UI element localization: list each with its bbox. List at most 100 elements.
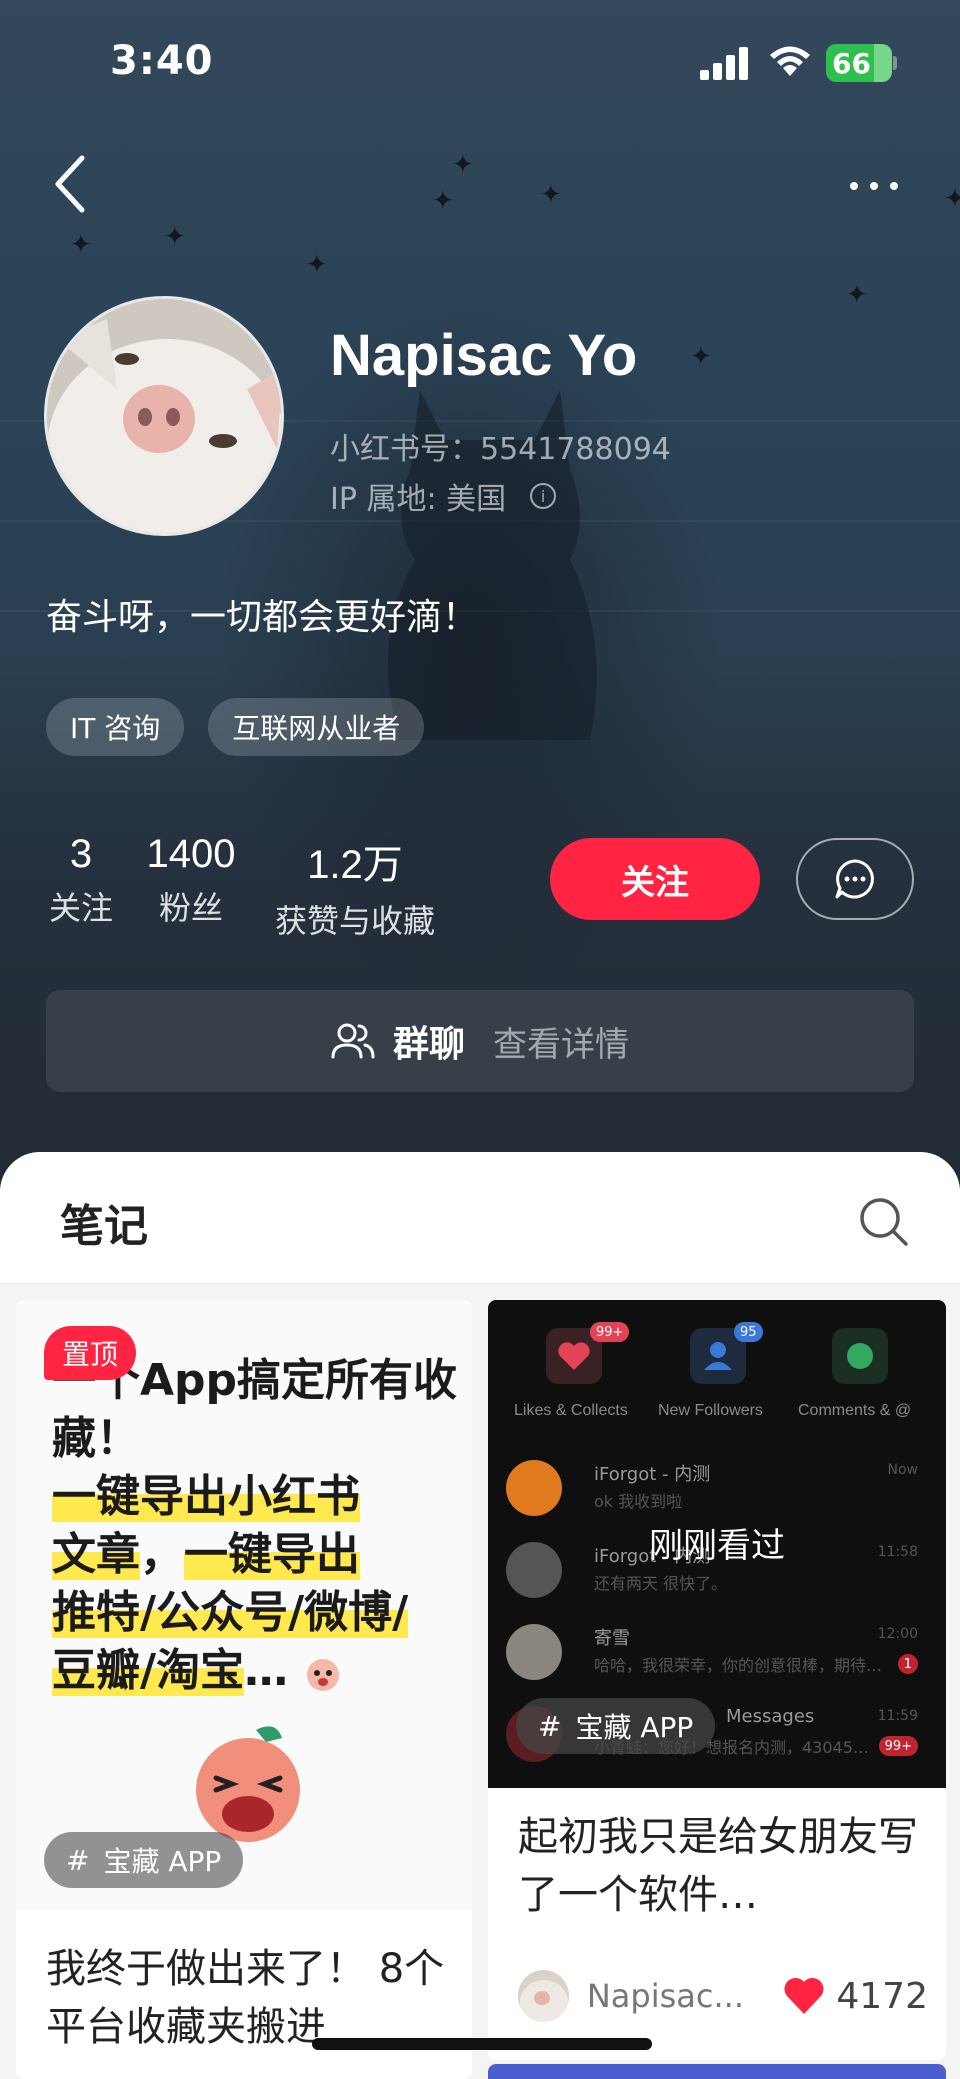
tab-label: New Followers <box>658 1402 763 1419</box>
cover-highlight: 推特/公众号/微博/ <box>52 1587 409 1638</box>
status-time: 3:40 <box>110 38 214 84</box>
ip-location-text: IP 属地: 美国 <box>330 482 507 517</box>
cover-highlight: 文章 <box>52 1529 140 1580</box>
tab-label: Comments & @ <box>798 1402 912 1419</box>
comment-tab-icon <box>832 1328 888 1384</box>
back-button[interactable] <box>48 152 96 216</box>
message-preview: ok 我收到啦 <box>594 1492 683 1511</box>
avatar[interactable] <box>44 296 284 536</box>
message-row: iForgot - 内测 ok 我收到啦 Now <box>506 1454 936 1526</box>
user-avatar <box>506 1624 562 1680</box>
group-chat-bar[interactable]: 群聊 查看详情 <box>46 990 914 1092</box>
topic-label: 宝藏 APP <box>103 1845 222 1878</box>
chevron-left-icon <box>55 155 85 213</box>
butterfly-icon: ✦ <box>944 184 960 214</box>
tab-notes[interactable]: 笔记 <box>60 1190 148 1254</box>
battery-level: 66 <box>832 46 871 80</box>
message-sender: Messages <box>726 1706 815 1727</box>
cover-highlight: 一键导出 <box>184 1529 360 1580</box>
stat-label: 粉丝 <box>158 889 223 927</box>
profile-tags: IT 咨询 互联网从业者 <box>46 698 425 756</box>
next-note-card-peek <box>488 2064 946 2079</box>
cat-avatar-image <box>47 299 281 533</box>
wifi-icon <box>770 46 810 76</box>
sticker-small-icon <box>307 1659 340 1691</box>
app-avatar <box>506 1460 562 1516</box>
tab-label: Likes & Collects <box>514 1402 628 1419</box>
search-icon <box>860 1198 908 1246</box>
tag-it-consulting[interactable]: IT 咨询 <box>46 698 185 756</box>
butterfly-icon: ✦ <box>452 150 474 180</box>
cover-highlight: 一键导出小红书 <box>52 1471 360 1522</box>
hashtag-icon: # <box>538 1709 562 1743</box>
battery-charging-icon <box>874 44 892 82</box>
profile-name: Napisac Yo <box>330 323 638 388</box>
butterfly-icon: ✦ <box>690 342 712 372</box>
battery-tip <box>893 56 897 70</box>
more-dot <box>870 182 878 190</box>
stat-value: 1400 <box>146 832 236 876</box>
tag-internet-professional[interactable]: 互联网从业者 <box>208 698 425 756</box>
info-icon[interactable]: i <box>530 483 557 509</box>
butterfly-icon: ✦ <box>164 222 186 252</box>
tab-badge: 95 <box>734 1322 763 1342</box>
note-card[interactable]: 99+ 95 Likes & Collects New Followers Co… <box>488 1300 946 2060</box>
group-chat-title: 群聊 <box>392 1024 465 1065</box>
cover-highlight: 豆瓣/淘宝 <box>52 1645 245 1696</box>
cellular-signal-icon <box>700 47 748 80</box>
bio: 奋斗呀，一切都会更好滴！ <box>46 597 479 638</box>
recently-viewed-label: 刚刚看过 <box>649 1526 785 1566</box>
stat-followers[interactable]: 1400 粉丝 <box>136 832 246 929</box>
butterfly-icon: ✦ <box>432 186 454 216</box>
note-title: 起初我只是给女朋友写了一个软件… <box>518 1814 918 1918</box>
search-button[interactable] <box>856 1194 910 1248</box>
author-name[interactable]: Napisac... <box>587 1977 783 2015</box>
topic-label: 宝藏 APP <box>575 1711 694 1744</box>
tab-badge: 99+ <box>590 1322 630 1342</box>
message-preview: 哈哈，我很荣幸，你的创意很棒，期待… <box>594 1656 883 1675</box>
butterfly-icon: ✦ <box>306 250 328 280</box>
author-avatar[interactable] <box>518 1970 569 2022</box>
message-time: Now <box>887 1462 919 1478</box>
topic-chip[interactable]: # 宝藏 APP <box>44 1832 244 1888</box>
like-button[interactable]: 4172 <box>782 1976 928 2017</box>
like-count: 4172 <box>836 1975 928 2017</box>
stat-following[interactable]: 3 关注 <box>46 832 116 929</box>
cover-tail: … <box>244 1645 289 1696</box>
group-users-icon <box>331 1023 375 1059</box>
message-row: 寄雪 哈哈，我很荣幸，你的创意很棒，期待… 12:00 1 <box>506 1618 936 1690</box>
message-sender: 寄雪 <box>594 1628 630 1649</box>
stat-label: 关注 <box>48 889 113 927</box>
notes-header: 笔记 <box>0 1152 960 1284</box>
butterfly-icon: ✦ <box>70 230 92 260</box>
cover-punct: ， <box>140 1529 184 1580</box>
note-cover: 99+ 95 Likes & Collects New Followers Co… <box>488 1300 946 1788</box>
butterfly-icon: ✦ <box>540 180 562 210</box>
message-preview: 还有两天 很快了。 <box>594 1574 728 1593</box>
chat-bubble-icon <box>835 859 874 899</box>
unread-badge: 1 <box>897 1654 918 1674</box>
cover-text: 一个App搞定所有收藏！ 一键导出小红书 文章，一键导出 推特/公众号/微博/ … <box>52 1352 472 1700</box>
pinned-badge: 置顶 <box>44 1326 137 1380</box>
stat-likes-collects[interactable]: 1.2万 获赞与收藏 <box>262 832 448 942</box>
stat-value: 1.2万 <box>307 843 403 887</box>
more-options-button[interactable] <box>840 166 908 206</box>
heart-icon <box>784 1977 824 2014</box>
more-dot <box>850 182 858 190</box>
message-time: 11:59 <box>877 1708 918 1724</box>
message-button[interactable] <box>796 838 914 920</box>
follow-button[interactable]: 关注 <box>550 838 760 920</box>
message-sender: iForgot - 内测 <box>594 1464 711 1485</box>
more-dot <box>890 182 898 190</box>
note-author-row: Napisac... 4172 <box>518 1968 928 2024</box>
butterfly-icon: ✦ <box>846 280 868 310</box>
hashtag-icon: # <box>66 1843 90 1877</box>
note-card-pinned[interactable]: 一个App搞定所有收藏！ 一键导出小红书 文章，一键导出 推特/公众号/微博/ … <box>16 1300 472 2079</box>
stat-value: 3 <box>69 832 93 876</box>
notes-sheet: 笔记 一个App搞定所有收藏！ 一键导出小红书 文章，一键导出 推特/公众号/微… <box>0 1152 960 2079</box>
laughing-sticker-icon <box>196 1726 300 1842</box>
topic-chip[interactable]: # 宝藏 APP <box>516 1698 716 1754</box>
stat-label: 获赞与收藏 <box>274 902 435 940</box>
message-time: 12:00 <box>877 1626 918 1642</box>
home-indicator <box>312 2038 652 2050</box>
